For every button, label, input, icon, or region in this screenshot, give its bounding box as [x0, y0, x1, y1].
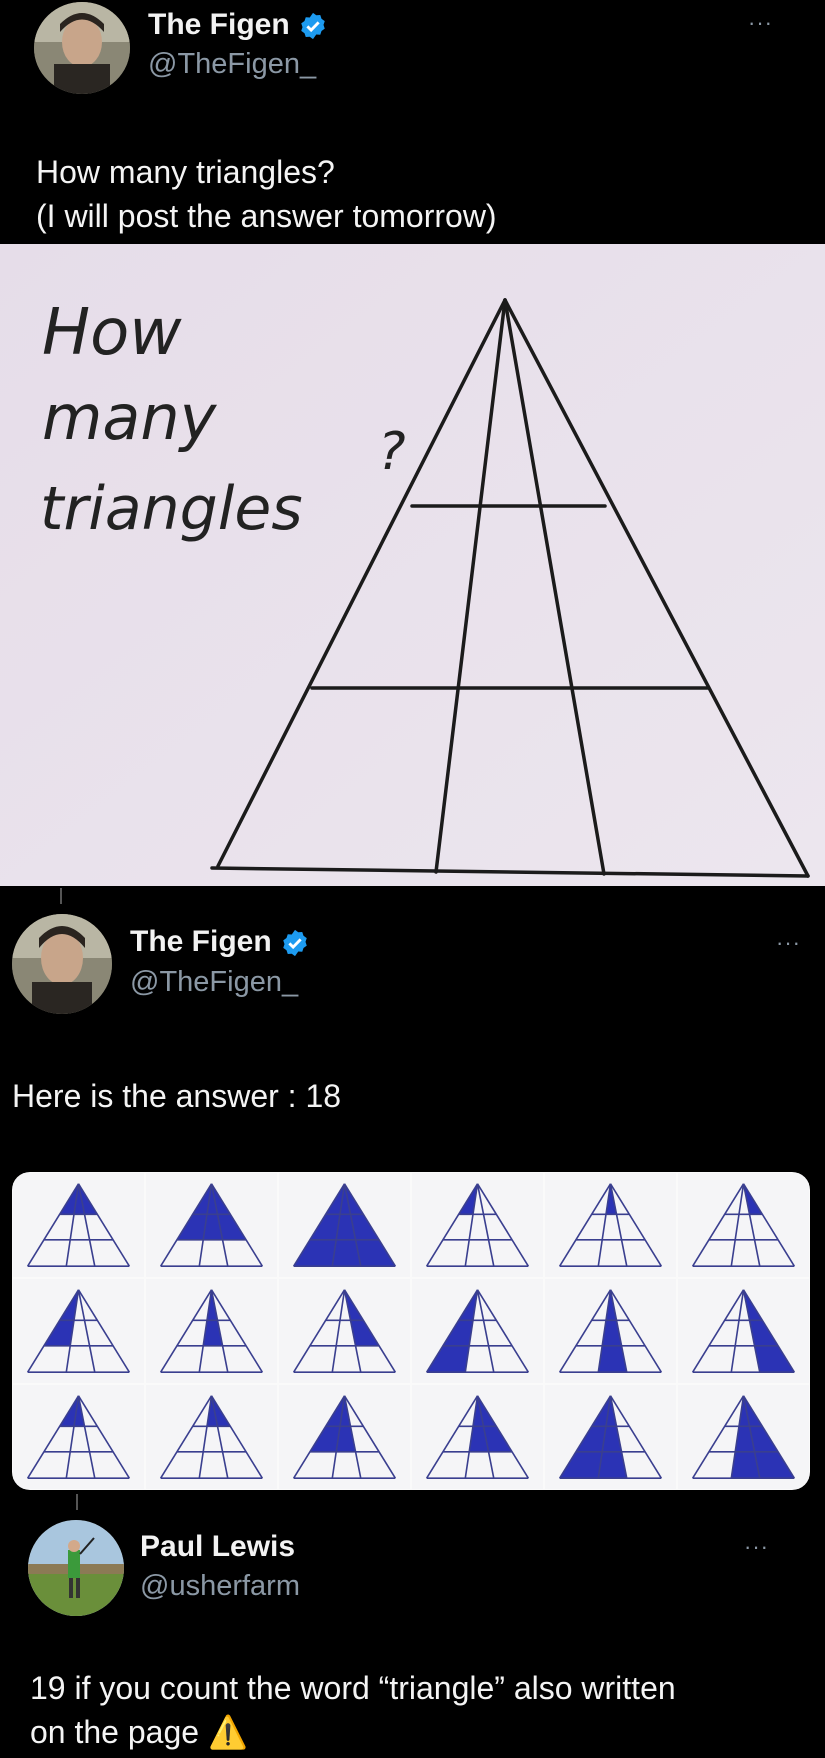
answer-panel — [412, 1385, 543, 1489]
author-handle[interactable]: @TheFigen_ — [130, 966, 298, 999]
more-options-icon[interactable]: ··· — [744, 1534, 769, 1560]
answer-panel — [13, 1385, 144, 1489]
tweet-text: Here is the answer : 18 — [12, 1078, 342, 1114]
answer-panel — [146, 1279, 277, 1383]
answer-panel — [146, 1173, 277, 1277]
verified-badge-icon — [301, 12, 325, 40]
answer-panel — [412, 1279, 543, 1383]
avatar[interactable] — [34, 2, 130, 94]
answer-panel — [678, 1279, 809, 1383]
tweet-image[interactable]: How many triangles ? — [0, 244, 825, 886]
triangle-puzzle-drawing: How many triangles ? — [0, 244, 825, 886]
tweet-text: How many triangles? (I will post the ans… — [36, 154, 497, 234]
more-options-icon[interactable]: ··· — [748, 10, 773, 36]
answer-panel — [545, 1279, 676, 1383]
avatar-photo — [12, 914, 112, 1014]
tweet-image[interactable] — [12, 1172, 810, 1490]
author-name[interactable]: The Figen — [130, 925, 310, 959]
avatar[interactable] — [28, 1520, 124, 1616]
warning-icon: ⚠️ — [207, 1714, 248, 1750]
answer-panel — [678, 1173, 809, 1277]
answer-panel — [678, 1385, 809, 1489]
avatar-photo — [34, 2, 130, 94]
svg-text:triangles: triangles — [40, 474, 303, 544]
tweet-text: 19 if you count the word “triangle” also… — [30, 1670, 676, 1750]
avatar-photo — [28, 1520, 124, 1616]
svg-text:many: many — [42, 381, 218, 454]
answer-panel — [412, 1173, 543, 1277]
more-options-icon[interactable]: ··· — [776, 930, 801, 956]
author-handle[interactable]: @TheFigen_ — [148, 48, 316, 81]
answer-panel — [545, 1173, 676, 1277]
answer-panel — [13, 1173, 144, 1277]
verified-badge-icon — [283, 929, 307, 957]
author-handle[interactable]: @usherfarm — [140, 1570, 300, 1603]
answer-panel — [279, 1385, 410, 1489]
author-name[interactable]: The Figen — [148, 8, 328, 42]
answer-triangle-grid — [13, 1173, 809, 1489]
answer-panel — [545, 1385, 676, 1489]
answer-panel — [279, 1279, 410, 1383]
thread-connector — [60, 888, 62, 904]
answer-panel — [13, 1279, 144, 1383]
svg-text:How: How — [42, 296, 182, 370]
answer-panel — [279, 1173, 410, 1277]
author-name[interactable]: Paul Lewis — [140, 1530, 295, 1564]
avatar[interactable] — [12, 914, 112, 1014]
svg-text:?: ? — [378, 422, 406, 482]
answer-panel — [146, 1385, 277, 1489]
thread-connector — [76, 1494, 78, 1510]
